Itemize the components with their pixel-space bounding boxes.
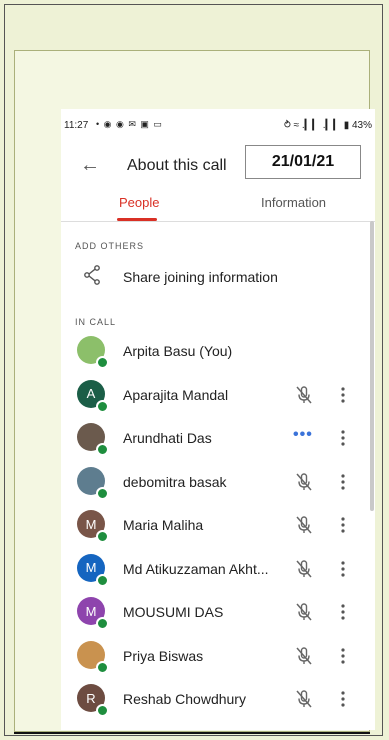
share-icon <box>84 265 100 285</box>
top-app-bar: ← About this call 21/01/21 <box>61 143 375 191</box>
more-options-icon[interactable] <box>341 473 345 490</box>
status-time: 11:27 <box>64 120 89 131</box>
share-joining-info-label: Share joining information <box>123 269 278 285</box>
more-options-icon[interactable] <box>341 647 345 664</box>
online-status-dot <box>96 399 109 413</box>
more-options-icon[interactable] <box>341 430 345 446</box>
tab-people[interactable]: People <box>119 195 159 210</box>
online-status-dot <box>96 443 109 456</box>
phone-screen: 11:27 • ◉ ◉ ✉ ▣ ▭ ⥁ ≈ .▎▎ .▎▎ ▮ 43% ← Ab… <box>61 109 375 730</box>
speaking-indicator-icon: ••• <box>293 426 313 443</box>
section-add-others: ADD OTHERS <box>75 241 145 251</box>
section-in-call: IN CALL <box>75 317 117 327</box>
status-system-icons: ⥁ ≈ .▎▎ .▎▎ ▮ 43% <box>283 120 372 131</box>
back-arrow-icon[interactable]: ← <box>80 154 100 177</box>
participant-row[interactable]: debomitra basak <box>61 462 375 502</box>
online-status-dot <box>96 573 109 587</box>
participant-name: Reshab Chowdhury <box>123 691 246 707</box>
online-status-dot <box>96 486 109 500</box>
participant-name: Priya Biswas <box>123 647 204 664</box>
mic-off-icon[interactable] <box>295 602 313 622</box>
participant-row[interactable]: M MOUSUMI DAS <box>61 592 375 632</box>
online-status-dot <box>96 530 109 543</box>
status-bar: 11:27 • ◉ ◉ ✉ ▣ ▭ ⥁ ≈ .▎▎ .▎▎ ▮ 43% <box>61 109 375 139</box>
more-options-icon[interactable] <box>341 691 345 707</box>
participant-name: debomitra basak <box>123 473 227 490</box>
online-status-dot <box>96 704 109 717</box>
online-status-dot <box>96 617 109 630</box>
tab-bar: People Information <box>61 191 375 222</box>
participant-name: Arpita Basu (You) <box>123 343 233 359</box>
mic-off-icon[interactable] <box>295 472 313 492</box>
more-options-icon[interactable] <box>341 386 345 403</box>
tab-information[interactable]: Information <box>261 195 326 210</box>
more-options-icon[interactable] <box>341 560 345 577</box>
participant-row[interactable]: Arundhati Das ••• <box>61 418 375 458</box>
active-tab-indicator <box>117 218 157 221</box>
more-options-icon[interactable] <box>341 604 345 620</box>
online-status-dot <box>96 660 109 674</box>
participant-row[interactable]: Arpita Basu (You) <box>61 331 375 371</box>
bottom-border <box>14 732 370 734</box>
participant-row[interactable]: R Reshab Chowdhury <box>61 679 375 719</box>
participant-row[interactable]: A Aparajita Mandal <box>61 375 375 415</box>
participant-name: Maria Maliha <box>123 517 204 533</box>
participant-name: Md Atikuzzaman Akht... <box>123 560 269 577</box>
online-status-dot <box>96 356 109 369</box>
status-notification-icons: • ◉ ◉ ✉ ▣ ▭ <box>96 119 163 129</box>
participant-name: Aparajita Mandal <box>123 386 229 403</box>
participant-row[interactable]: Priya Biswas <box>61 636 375 676</box>
mic-off-icon[interactable] <box>295 559 313 579</box>
page-title: About this call <box>127 157 227 174</box>
participant-row[interactable]: M Md Atikuzzaman Akht... <box>61 549 375 589</box>
mic-off-icon[interactable] <box>295 515 313 535</box>
participant-name: Arundhati Das <box>123 430 212 446</box>
more-options-icon[interactable] <box>341 517 345 533</box>
mic-off-icon[interactable] <box>295 385 313 405</box>
share-joining-info-row[interactable]: Share joining information <box>61 259 375 295</box>
mic-off-icon[interactable] <box>295 646 313 666</box>
participant-row[interactable]: M Maria Maliha <box>61 505 375 545</box>
mic-off-icon[interactable] <box>295 689 313 709</box>
date-label: 21/01/21 <box>245 145 361 179</box>
participant-name: MOUSUMI DAS <box>123 604 224 620</box>
